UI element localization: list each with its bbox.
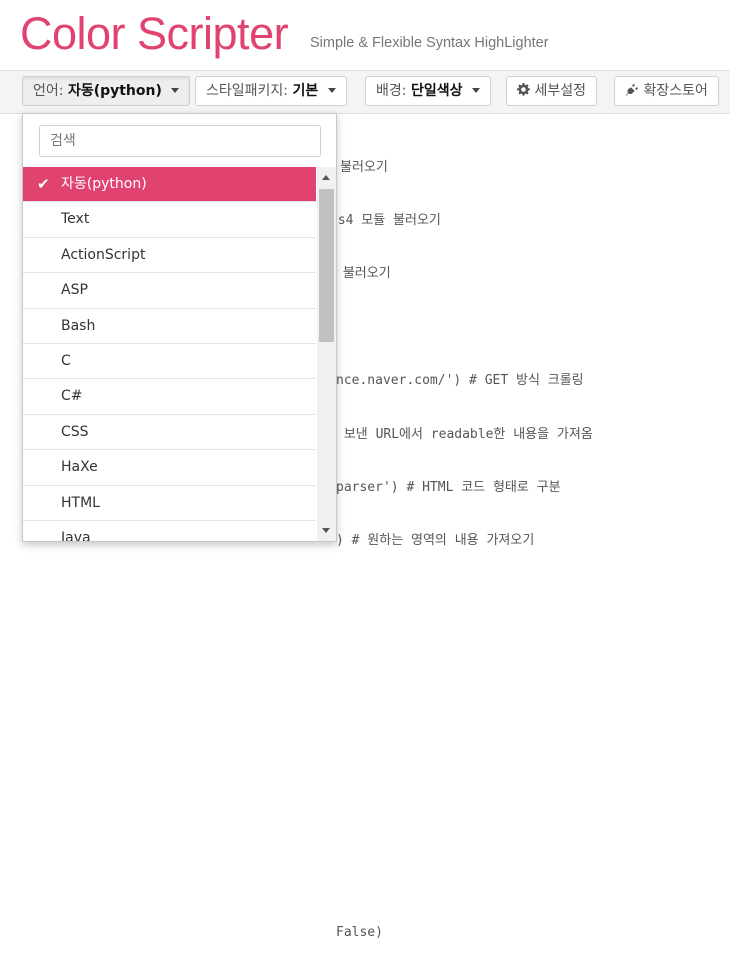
scroll-down-arrow-icon[interactable] bbox=[322, 528, 330, 533]
language-select-button[interactable]: 언어: 자동(python) bbox=[22, 76, 191, 106]
language-option[interactable]: Java bbox=[23, 521, 316, 541]
language-option-list: ✔ 자동(python) Text ActionScript ASP Bash … bbox=[23, 167, 316, 541]
app-logo[interactable]: Color Scripter bbox=[20, 4, 289, 64]
style-package-select-button[interactable]: 스타일패키지: 기본 bbox=[195, 76, 347, 106]
extension-store-button[interactable]: 확장스토어 bbox=[614, 76, 719, 106]
scroll-up-arrow-icon[interactable] bbox=[322, 175, 330, 180]
style-package-label: 스타일패키지: bbox=[206, 83, 288, 99]
language-label: 언어: bbox=[33, 83, 64, 99]
settings-button[interactable]: 세부설정 bbox=[506, 76, 597, 106]
code-line: False) bbox=[336, 924, 383, 940]
scrollbar-thumb[interactable] bbox=[319, 189, 334, 342]
language-search-input[interactable]: 검색 bbox=[39, 125, 321, 157]
background-value: 단일색상 bbox=[410, 83, 463, 99]
app-tagline: Simple & Flexible Syntax HighLighter bbox=[310, 35, 549, 51]
dropdown-scrollbar[interactable] bbox=[317, 167, 336, 541]
chevron-down-icon bbox=[171, 87, 180, 93]
style-package-value: 기본 bbox=[292, 83, 319, 99]
gear-icon bbox=[517, 83, 530, 96]
language-option[interactable]: ASP bbox=[23, 273, 316, 309]
toolbar: 언어: 자동(python) 스타일패키지: 기본 배경: 단일색상 세부설정 … bbox=[0, 70, 730, 114]
language-option[interactable]: Text bbox=[23, 202, 316, 238]
plug-icon bbox=[625, 83, 639, 96]
language-option[interactable]: C bbox=[23, 344, 316, 380]
language-option[interactable]: ActionScript bbox=[23, 238, 316, 274]
language-option[interactable]: CSS bbox=[23, 415, 316, 451]
language-option[interactable]: HTML bbox=[23, 486, 316, 521]
background-label: 배경: bbox=[376, 83, 407, 99]
chevron-down-icon bbox=[327, 87, 336, 93]
header: Color Scripter Simple & Flexible Syntax … bbox=[0, 0, 730, 70]
language-option[interactable]: HaXe bbox=[23, 450, 316, 486]
language-dropdown[interactable]: 검색 ✔ 자동(python) Text ActionScript ASP Ba… bbox=[22, 113, 337, 542]
language-option[interactable]: Bash bbox=[23, 309, 316, 344]
settings-label: 세부설정 bbox=[534, 83, 586, 99]
language-option[interactable]: C# bbox=[23, 379, 316, 415]
extension-store-label: 확장스토어 bbox=[643, 83, 708, 99]
language-value: 자동(python) bbox=[67, 83, 162, 99]
language-option[interactable]: ✔ 자동(python) bbox=[23, 167, 316, 203]
chevron-down-icon bbox=[471, 87, 480, 93]
background-select-button[interactable]: 배경: 단일색상 bbox=[365, 76, 491, 106]
checkmark-icon: ✔ bbox=[37, 175, 50, 193]
